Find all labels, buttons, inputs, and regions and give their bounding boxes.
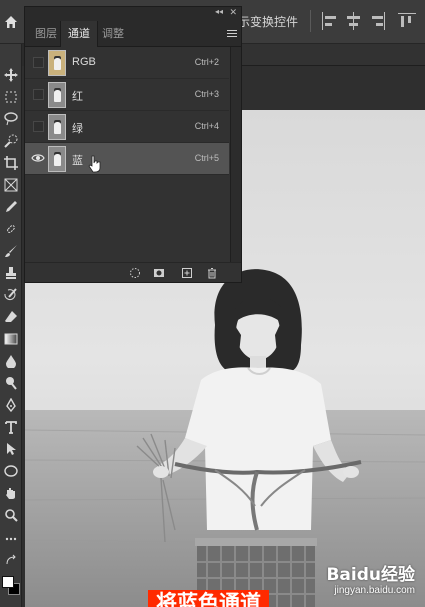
type-tool-icon[interactable] [2,418,20,436]
load-channel-as-selection-icon[interactable] [129,267,141,279]
channel-shortcut: Ctrl+2 [194,57,219,67]
move-tool-icon[interactable] [2,66,20,84]
tab-channels[interactable]: 通道 [60,21,98,47]
frame-tool-icon[interactable] [2,176,20,194]
home-icon [5,16,17,28]
channel-name: 绿 [72,123,83,135]
channel-thumbnail [48,146,66,172]
save-selection-as-channel-icon[interactable] [153,267,165,279]
align-center-icon[interactable] [346,12,362,30]
new-channel-icon[interactable] [181,267,193,279]
channels-panel: ◂◂ ✕ 图层 通道 调整 RGB Ctrl+2 红 Ctrl+3 绿 Ctrl… [24,6,242,283]
lasso-tool-icon[interactable] [2,110,20,128]
eyedropper-tool-icon[interactable] [2,198,20,216]
channel-name: 蓝 [72,155,83,167]
blur-tool-icon[interactable] [2,352,20,370]
more-tools-icon[interactable] [2,530,20,548]
path-selection-tool-icon[interactable] [2,440,20,458]
channel-row-green[interactable]: 绿 Ctrl+4 [25,111,229,143]
panel-title-bar[interactable]: ◂◂ ✕ [25,7,241,17]
hand-tool-icon[interactable] [2,484,20,502]
photoshop-window: 示变换控件 ◂◂ ✕ 图层 通道 调整 RGB Ctrl+2 红 Ctrl+3 … [0,0,425,607]
panel-scrollbar[interactable] [230,47,241,262]
crop-tool-icon[interactable] [2,154,20,172]
watermark: Baidu经验 jingyan.baidu.com [326,560,415,596]
tab-layers[interactable]: 图层 [28,21,64,47]
channel-name: RGB [72,56,96,68]
panel-menu-icon[interactable] [227,30,237,38]
show-transform-controls-label[interactable]: 示变换控件 [238,13,298,30]
channel-name: 红 [72,91,83,103]
panel-tabs: 图层 通道 调整 [25,17,241,47]
quick-selection-tool-icon[interactable] [2,132,20,150]
visibility-toggle[interactable] [33,57,44,68]
ellipse-tool-icon[interactable] [2,462,20,480]
eye-icon[interactable] [31,151,45,165]
channel-thumbnail [48,114,66,140]
close-panel-icon[interactable]: ✕ [229,7,237,17]
swap-colors-icon[interactable] [2,552,20,570]
channel-row-red[interactable]: 红 Ctrl+3 [25,79,229,111]
collapse-panel-icon[interactable]: ◂◂ [215,7,223,17]
tab-adjustments[interactable]: 调整 [95,21,131,47]
brush-tool-icon[interactable] [2,242,20,260]
channel-shortcut: Ctrl+5 [194,153,219,163]
watermark-logo: Baidu经验 [326,565,415,585]
options-separator [310,10,311,32]
document-tab-strip[interactable] [242,44,425,66]
align-right-icon[interactable] [370,12,386,30]
dodge-tool-icon[interactable] [2,374,20,392]
align-top-icon[interactable] [398,12,416,30]
channel-row-blue[interactable]: 蓝 Ctrl+5 [25,143,229,175]
home-button[interactable] [0,0,22,44]
marquee-tool-icon[interactable] [2,88,20,106]
pen-tool-icon[interactable] [2,396,20,414]
channel-row-rgb[interactable]: RGB Ctrl+2 [25,47,229,79]
foreground-color-swatch[interactable] [2,576,14,588]
delete-channel-icon[interactable] [206,267,218,279]
visibility-toggle[interactable] [33,121,44,132]
channel-shortcut: Ctrl+3 [194,89,219,99]
channel-shortcut: Ctrl+4 [194,121,219,131]
align-left-icon[interactable] [322,12,338,30]
watermark-url: jingyan.baidu.com [334,585,415,596]
subtitle-caption: 将蓝色通道 [148,590,269,607]
panel-footer [25,262,241,282]
visibility-toggle[interactable] [33,89,44,100]
tools-panel [0,44,22,607]
channel-thumbnail [48,50,66,76]
history-brush-tool-icon[interactable] [2,286,20,304]
channel-thumbnail [48,82,66,108]
gradient-tool-icon[interactable] [2,330,20,348]
hand-pointer-cursor-icon [88,155,101,173]
clone-stamp-tool-icon[interactable] [2,264,20,282]
healing-brush-tool-icon[interactable] [2,220,20,238]
eraser-tool-icon[interactable] [2,308,20,326]
zoom-tool-icon[interactable] [2,506,20,524]
